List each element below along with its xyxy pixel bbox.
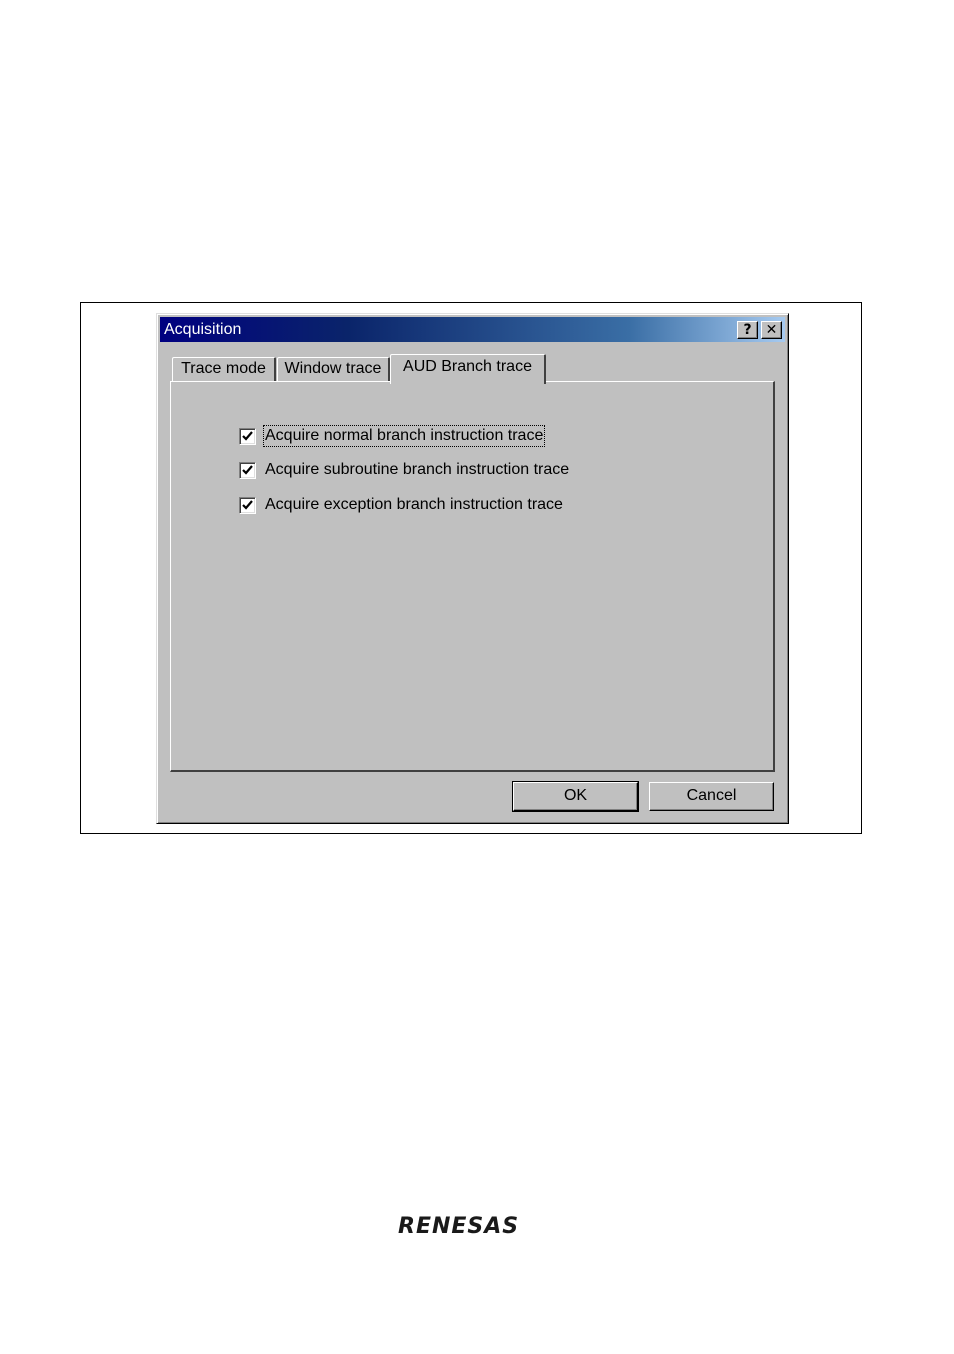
tab-trace-mode[interactable]: Trace mode bbox=[172, 357, 276, 382]
tab-label: Window trace bbox=[284, 360, 382, 377]
help-button[interactable]: ? bbox=[737, 321, 758, 339]
ok-button[interactable]: OK bbox=[512, 781, 639, 812]
close-icon: ✕ bbox=[765, 322, 778, 338]
normal-branch-checkbox[interactable] bbox=[239, 428, 256, 445]
subroutine-branch-label: Acquire subroutine branch instruction tr… bbox=[265, 461, 570, 478]
tab-label: AUD Branch trace bbox=[403, 358, 532, 375]
checkmark-icon bbox=[242, 431, 253, 441]
checkmark-icon bbox=[242, 500, 253, 510]
cancel-button[interactable]: Cancel bbox=[649, 782, 774, 811]
renesas-logo: RENESAS bbox=[398, 1214, 520, 1239]
close-button[interactable]: ✕ bbox=[761, 321, 782, 339]
tab-panel: Acquire normal branch instruction trace … bbox=[170, 381, 775, 772]
title-bar[interactable]: Acquisition ? ✕ bbox=[160, 317, 785, 342]
tab-label: Trace mode bbox=[181, 360, 266, 377]
checkmark-icon bbox=[242, 465, 253, 475]
exception-branch-label: Acquire exception branch instruction tra… bbox=[265, 496, 563, 513]
acquisition-dialog: Acquisition ? ✕ Trace mode Window trace … bbox=[156, 313, 789, 824]
tab-aud-branch-trace[interactable]: AUD Branch trace bbox=[390, 354, 546, 384]
dialog-title: Acquisition bbox=[164, 321, 242, 338]
help-icon: ? bbox=[743, 322, 752, 338]
exception-branch-checkbox[interactable] bbox=[239, 497, 256, 514]
normal-branch-label: Acquire normal branch instruction trace bbox=[262, 425, 546, 447]
tab-window-trace[interactable]: Window trace bbox=[277, 357, 390, 382]
subroutine-branch-checkbox[interactable] bbox=[239, 462, 256, 479]
